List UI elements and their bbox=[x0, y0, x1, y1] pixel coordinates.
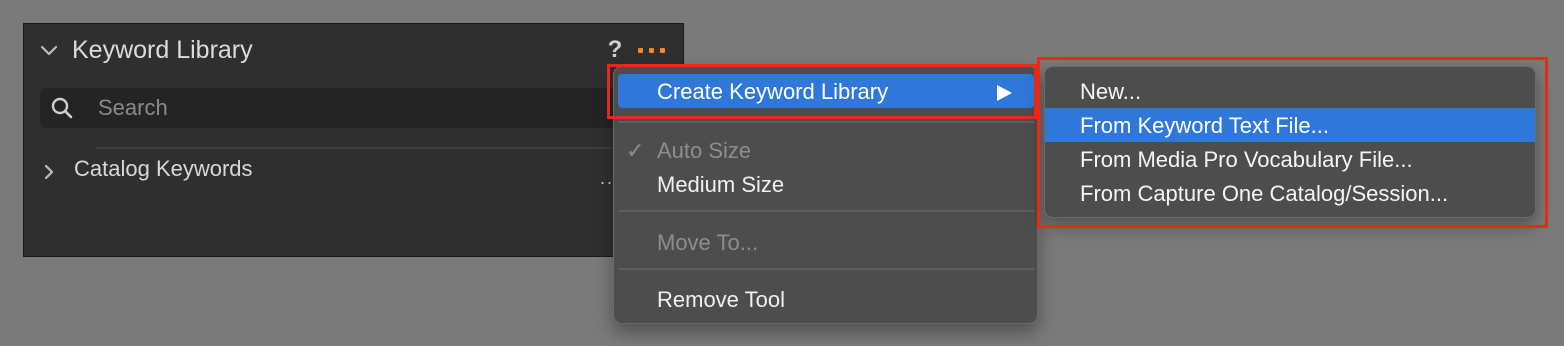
menu-item-move-to[interactable]: Move To... bbox=[618, 225, 1034, 259]
menu-item-create-keyword-library[interactable]: Create Keyword Library bbox=[618, 74, 1034, 108]
menu-item-label: Medium Size bbox=[657, 172, 785, 197]
more-options-icon[interactable] bbox=[638, 46, 666, 56]
menu-item-medium-size[interactable]: Medium Size bbox=[618, 167, 1034, 201]
submenu-item-from-capture-one-catalog-session[interactable]: From Capture One Catalog/Session... bbox=[1045, 176, 1535, 210]
catalog-keywords-label: Catalog Keywords bbox=[74, 156, 253, 181]
submenu-item-label: From Keyword Text File... bbox=[1080, 113, 1329, 138]
submenu-item-from-keyword-text-file[interactable]: From Keyword Text File... bbox=[1045, 108, 1535, 142]
submenu-arrow-icon bbox=[997, 85, 1012, 101]
menu-item-auto-size[interactable]: ✓ Auto Size bbox=[618, 133, 1034, 167]
submenu-item-label: From Media Pro Vocabulary File... bbox=[1080, 147, 1413, 172]
search-box[interactable] bbox=[40, 88, 640, 128]
menu-separator bbox=[618, 121, 1034, 123]
submenu-item-label: From Capture One Catalog/Session... bbox=[1080, 181, 1449, 206]
submenu-item-label: New... bbox=[1080, 79, 1142, 104]
catalog-more-icon[interactable]: .. bbox=[600, 168, 614, 189]
menu-item-label: Move To... bbox=[657, 230, 759, 255]
menu-item-label: Create Keyword Library bbox=[657, 79, 889, 104]
chevron-right-icon[interactable] bbox=[42, 163, 56, 181]
menu-separator bbox=[618, 210, 1034, 212]
search-icon bbox=[51, 97, 73, 119]
panel-title: Keyword Library bbox=[72, 36, 253, 64]
menu-item-label: Remove Tool bbox=[657, 287, 785, 312]
help-icon[interactable]: ? bbox=[605, 36, 625, 64]
divider bbox=[96, 147, 656, 149]
submenu-item-from-media-pro-vocabulary-file[interactable]: From Media Pro Vocabulary File... bbox=[1045, 142, 1535, 176]
submenu-item-new[interactable]: New... bbox=[1045, 74, 1535, 108]
search-input[interactable] bbox=[98, 94, 598, 122]
create-keyword-library-submenu: New... From Keyword Text File... From Me… bbox=[1044, 66, 1536, 218]
menu-item-label: Auto Size bbox=[657, 138, 752, 163]
chevron-down-icon[interactable] bbox=[39, 43, 59, 59]
checkmark-icon: ✓ bbox=[626, 138, 645, 163]
panel-header: Keyword Library ? bbox=[24, 24, 683, 80]
tool-context-menu: Create Keyword Library ✓ Auto Size Mediu… bbox=[613, 66, 1038, 324]
menu-separator bbox=[618, 268, 1034, 270]
keyword-library-panel: Keyword Library ? Catalog Keywords .. bbox=[23, 23, 684, 257]
catalog-keywords-row[interactable]: Catalog Keywords .. bbox=[24, 152, 644, 192]
menu-item-remove-tool[interactable]: Remove Tool bbox=[618, 282, 1034, 316]
